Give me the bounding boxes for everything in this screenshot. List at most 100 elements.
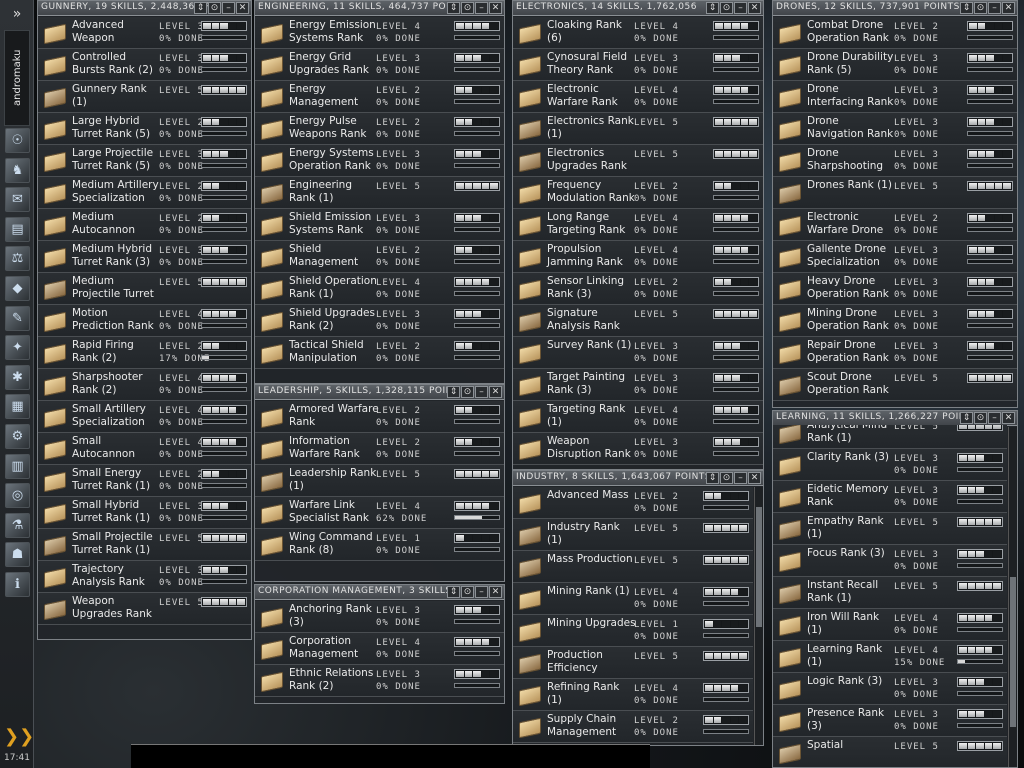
- skill-row[interactable]: Energy Grid Upgrades Rank LEVEL 3 0% DONE: [255, 49, 504, 81]
- skill-row[interactable]: Survey Rank (1) LEVEL 3 0% DONE: [513, 337, 763, 369]
- skill-row[interactable]: Weapon Upgrades Rank LEVEL 5: [38, 593, 251, 625]
- skill-row[interactable]: Shield Emission Systems Rank LEVEL 3 0% DO…: [255, 209, 504, 241]
- skill-row[interactable]: Energy Pulse Weapons Rank LEVEL 2 0% DONE: [255, 113, 504, 145]
- info-icon[interactable]: ℹ: [5, 572, 30, 597]
- skill-row[interactable]: Large Projectile Turret Rank (5) LEVEL 3 0…: [38, 145, 251, 177]
- fitting-icon[interactable]: ✎: [5, 306, 30, 331]
- window-header[interactable]: GUNNERY, 19 SKILLS, 2,448,368 POINTS⇕⊙–✕: [38, 1, 251, 16]
- notepad-icon[interactable]: ▤: [5, 217, 30, 242]
- skill-row[interactable]: Small Artillery Specialization LEVEL 4 0% …: [38, 401, 251, 433]
- close-window-button[interactable]: ✕: [748, 472, 761, 484]
- window-header[interactable]: INDUSTRY, 8 SKILLS, 1,643,067 POINTS ⇕ ⊙ – ✕: [513, 471, 763, 486]
- skill-row[interactable]: Medium Artillery Specialization LEVEL 2 0%…: [38, 177, 251, 209]
- skill-row[interactable]: Corporation Management LEVEL 4 0% DONE: [255, 633, 504, 665]
- skill-row[interactable]: Logic Rank (3) LEVEL 3 0% DONE: [773, 673, 1007, 705]
- window-header[interactable]: LEADERSHIP, 5 SKILLS, 1,328,115 POINTS ⇕ ⊙…: [255, 385, 504, 400]
- skill-row[interactable]: Small Projectile Turret Rank (1) LEVEL 5: [38, 529, 251, 561]
- skill-row[interactable]: Controlled Bursts Rank (2) LEVEL 3 0% DONE: [38, 49, 251, 81]
- skill-row[interactable]: Armored Warfare Rank LEVEL 2 0% DONE: [255, 401, 504, 433]
- skill-row[interactable]: Sensor Linking Rank (3) LEVEL 2 0% DONE: [513, 273, 763, 305]
- skill-row[interactable]: Shield Management LEVEL 2 0% DONE: [255, 241, 504, 273]
- industry-scrollbar[interactable]: [754, 487, 763, 745]
- skill-row[interactable]: Gunnery Rank (1) LEVEL 5: [38, 81, 251, 113]
- skill-row[interactable]: Rapid Firing Rank (2) LEVEL 2 17% DONE: [38, 337, 251, 369]
- skill-row[interactable]: Medium Autocannon LEVEL 2 0% DONE: [38, 209, 251, 241]
- window-header[interactable]: ENGINEERING, 11 SKILLS, 464,737 POINTS ⇕ ⊙…: [255, 1, 504, 16]
- skill-row[interactable]: Medium Hybrid Turret Rank (3) LEVEL 3 0% D…: [38, 241, 251, 273]
- skill-row[interactable]: Wing Command Rank (8) LEVEL 1 0% DONE: [255, 529, 504, 561]
- minimize-window-button[interactable]: –: [988, 2, 1001, 14]
- skill-row[interactable]: Heavy Drone Operation Rank LEVEL 3 0% DONE: [773, 273, 1017, 305]
- window-header[interactable]: ELECTRONICS, 14 SKILLS, 1,762,056 ⇕ ⊙ – ✕: [513, 1, 763, 16]
- minimize-window-button[interactable]: –: [734, 2, 747, 14]
- skill-row[interactable]: Mining Rank (1) LEVEL 4 0% DONE: [513, 583, 753, 615]
- expand-sidebar-icon[interactable]: »: [4, 4, 30, 24]
- skill-row[interactable]: Refining Rank (1) LEVEL 4 0% DONE: [513, 679, 753, 711]
- skill-row[interactable]: Electronic Warfare Rank LEVEL 4 0% DONE: [513, 81, 763, 113]
- skill-row[interactable]: Drone Navigation Rank LEVEL 3 0% DONE: [773, 113, 1017, 145]
- skill-row[interactable]: Energy Management LEVEL 2 0% DONE: [255, 81, 504, 113]
- collapse-window-button[interactable]: ⊙: [974, 2, 987, 14]
- skill-row[interactable]: Supply Chain Management LEVEL 2 0% DONE: [513, 711, 753, 743]
- pin-window-button[interactable]: ⇕: [447, 386, 460, 398]
- minimize-window-button[interactable]: –: [475, 386, 488, 398]
- skill-row[interactable]: Empathy Rank (1) LEVEL 5: [773, 513, 1007, 545]
- skill-row[interactable]: Drone Sharpshooting LEVEL 3 0% DONE: [773, 145, 1017, 177]
- collapse-window-button[interactable]: ⊙: [974, 412, 987, 424]
- skill-row[interactable]: Electronics Upgrades Rank LEVEL 5: [513, 145, 763, 177]
- skill-row[interactable]: Targeting Rank (1) LEVEL 4 0% DONE: [513, 401, 763, 433]
- skill-row[interactable]: Sharpshooter Rank (2) LEVEL 4 0% DONE: [38, 369, 251, 401]
- pin-window-button[interactable]: ⇕: [960, 2, 973, 14]
- close-window-button[interactable]: ✕: [236, 2, 249, 14]
- collapse-window-button[interactable]: ⊙: [461, 386, 474, 398]
- close-window-button[interactable]: ✕: [489, 586, 502, 598]
- skill-row[interactable]: Drones Rank (1) LEVEL 5: [773, 177, 1017, 209]
- skill-row[interactable]: Spatial LEVEL 5: [773, 737, 1007, 767]
- skill-row[interactable]: Engineering Rank (1) LEVEL 5: [255, 177, 504, 209]
- skill-row[interactable]: Mining Drone Operation Rank LEVEL 3 0% DON…: [773, 305, 1017, 337]
- skill-row[interactable]: Ethnic Relations Rank (2) LEVEL 3 0% DONE: [255, 665, 504, 697]
- skill-row[interactable]: Leadership Rank (1) LEVEL 5: [255, 465, 504, 497]
- skill-row[interactable]: Mass Production LEVEL 5: [513, 551, 753, 583]
- skill-row[interactable]: Mining Upgrades LEVEL 1 0% DONE: [513, 615, 753, 647]
- skill-row[interactable]: Signature Analysis Rank LEVEL 5: [513, 305, 763, 337]
- skill-row[interactable]: Focus Rank (3) LEVEL 3 0% DONE: [773, 545, 1007, 577]
- skill-row[interactable]: Presence Rank (3) LEVEL 3 0% DONE: [773, 705, 1007, 737]
- skill-row[interactable]: Gallente Drone Specialization LEVEL 3 0% D…: [773, 241, 1017, 273]
- skill-row[interactable]: Scout Drone Operation Rank LEVEL 5: [773, 369, 1017, 401]
- close-window-button[interactable]: ✕: [489, 386, 502, 398]
- people-icon[interactable]: ♞: [5, 158, 30, 183]
- mail-icon[interactable]: ✉: [5, 187, 30, 212]
- skill-row[interactable]: Energy Systems Operation Rank LEVEL 3 0% D…: [255, 145, 504, 177]
- pin-window-button[interactable]: ⇕: [706, 2, 719, 14]
- character-sheet-icon[interactable]: ☉: [5, 128, 30, 153]
- skill-row[interactable]: Anchoring Rank (3) LEVEL 3 0% DONE: [255, 601, 504, 633]
- scrollbar-thumb[interactable]: [756, 507, 762, 627]
- skill-row[interactable]: Cloaking Rank (6) LEVEL 4 0% DONE: [513, 17, 763, 49]
- skill-row[interactable]: Medium Projectile Turret LEVEL 5: [38, 273, 251, 305]
- minimize-window-button[interactable]: –: [475, 2, 488, 14]
- skill-row[interactable]: Cynosural Field Theory Rank LEVEL 3 0% DON…: [513, 49, 763, 81]
- collapse-window-button[interactable]: ⊙: [461, 586, 474, 598]
- pin-window-button[interactable]: ⇕: [447, 2, 460, 14]
- skill-row[interactable]: Warfare Link Specialist Rank LEVEL 4 62% D…: [255, 497, 504, 529]
- learning-scrollbar[interactable]: [1008, 427, 1017, 767]
- contracts-icon[interactable]: ⚗: [5, 513, 30, 538]
- skill-row[interactable]: Large Hybrid Turret Rank (5) LEVEL 2 0% DO…: [38, 113, 251, 145]
- skill-row[interactable]: Trajectory Analysis Rank LEVEL 3 0% DONE: [38, 561, 251, 593]
- skill-row[interactable]: Shield Upgrades Rank (2) LEVEL 3 0% DONE: [255, 305, 504, 337]
- pilot-name[interactable]: andromaku: [4, 30, 30, 126]
- collapse-window-button[interactable]: ⊙: [461, 2, 474, 14]
- minimize-window-button[interactable]: –: [475, 586, 488, 598]
- skill-row[interactable]: Drone Durability Rank (5) LEVEL 3 0% DONE: [773, 49, 1017, 81]
- skill-row[interactable]: Small Autocannon LEVEL 4 0% DONE: [38, 433, 251, 465]
- skill-row[interactable]: Clarity Rank (3) LEVEL 3 0% DONE: [773, 449, 1007, 481]
- close-window-button[interactable]: ✕: [489, 2, 502, 14]
- window-header[interactable]: DRONES, 12 SKILLS, 737,901 POINTS ⇕ ⊙ – ✕: [773, 1, 1017, 16]
- skill-row[interactable]: Industry Rank (1) LEVEL 5: [513, 519, 753, 551]
- minimize-window-button[interactable]: –: [988, 412, 1001, 424]
- minimize-window-button[interactable]: –: [734, 472, 747, 484]
- skill-row[interactable]: Electronics Rank (1) LEVEL 5: [513, 113, 763, 145]
- help-icon[interactable]: ◎: [5, 483, 30, 508]
- corporation-icon[interactable]: ✱: [5, 365, 30, 390]
